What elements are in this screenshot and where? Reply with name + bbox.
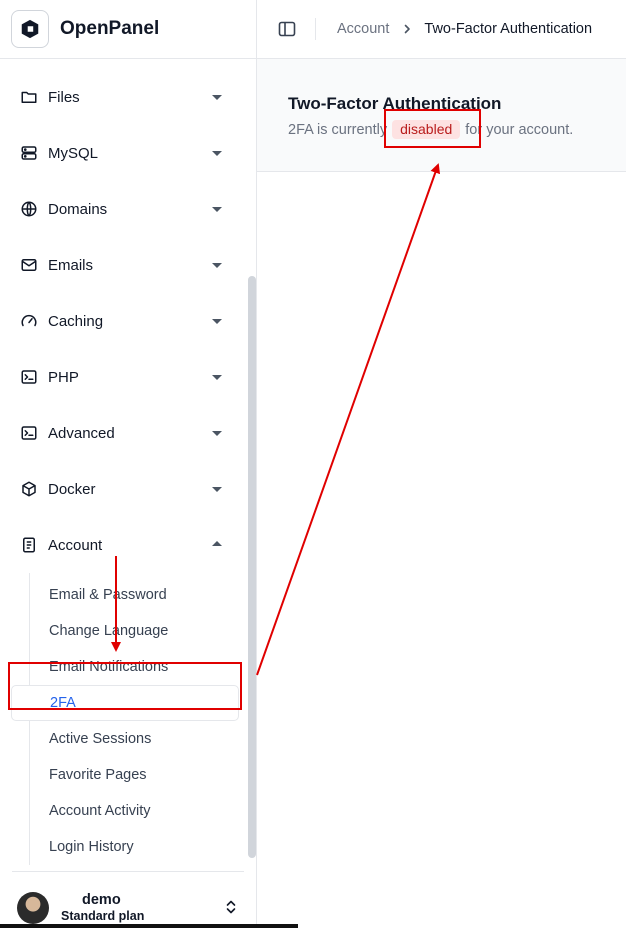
sidebar-item-label: Docker	[48, 480, 96, 498]
globe-icon	[20, 200, 38, 218]
sidebar-item-label: PHP	[48, 368, 79, 386]
submenu-item-favorite-pages[interactable]: Favorite Pages	[30, 757, 243, 793]
twofa-panel: Two-Factor Authentication 2FA is current…	[257, 59, 626, 172]
submenu-item-login-history[interactable]: Login History	[30, 829, 243, 865]
sidebar-item-domains[interactable]: Domains	[0, 181, 243, 237]
account-submenu: Email & Password Change Language Email N…	[11, 573, 243, 865]
sidebar-item-label: Files	[48, 88, 80, 106]
sidebar-item-advanced[interactable]: Advanced	[0, 405, 243, 461]
document-icon	[20, 536, 38, 554]
breadcrumb-account[interactable]: Account	[337, 21, 389, 37]
chevron-up-down-icon	[226, 900, 236, 914]
header-divider	[315, 18, 316, 40]
bottom-edge-strip	[0, 924, 298, 928]
user-name: demo	[82, 892, 121, 908]
folder-icon	[20, 88, 38, 106]
arrow-to-status	[256, 163, 441, 676]
sidebar-item-caching[interactable]: Caching	[0, 293, 243, 349]
header: Account Two-Factor Authentication	[257, 0, 626, 59]
chevron-down-icon	[212, 95, 222, 100]
submenu-item-email-password[interactable]: Email & Password	[30, 577, 243, 613]
submenu-item-change-language[interactable]: Change Language	[30, 613, 243, 649]
sidebar-item-label: Caching	[48, 312, 104, 330]
sidebar: OpenPanel Files MySQL Domains Emails Cac…	[0, 0, 257, 928]
sidebar-item-account[interactable]: Account	[0, 517, 243, 573]
sidebar-item-label: Emails	[48, 256, 94, 274]
gauge-icon	[20, 312, 38, 330]
status-badge: disabled	[392, 120, 461, 139]
submenu-item-email-notifications[interactable]: Email Notifications	[30, 649, 243, 685]
sidebar-item-emails[interactable]: Emails	[0, 237, 243, 293]
sidebar-item-label: Domains	[48, 200, 108, 218]
submenu-item-active-sessions[interactable]: Active Sessions	[30, 721, 243, 757]
terminal-icon	[20, 424, 38, 442]
avatar	[17, 892, 49, 924]
user-menu[interactable]: demo Standard plan	[12, 871, 244, 928]
status-text-before: 2FA is currently	[288, 121, 388, 138]
status-text-after: for your account.	[465, 121, 574, 138]
chevron-down-icon	[212, 431, 222, 436]
breadcrumb-current: Two-Factor Authentication	[424, 21, 593, 37]
twofa-status-text: 2FA is currently disabled for your accou…	[288, 120, 573, 139]
sidebar-item-label: Account	[48, 536, 103, 554]
submenu-item-2fa[interactable]: 2FA	[11, 685, 239, 721]
chevron-down-icon	[212, 375, 222, 380]
user-plan: Standard plan	[61, 909, 145, 923]
sidebar-nav: Files MySQL Domains Emails Caching PHP A…	[0, 69, 243, 865]
chevron-right-icon	[405, 24, 411, 34]
page-title: Two-Factor Authentication	[288, 94, 502, 113]
chevron-down-icon	[212, 263, 222, 268]
package-icon	[20, 480, 38, 498]
sidebar-item-php[interactable]: PHP	[0, 349, 243, 405]
chevron-down-icon	[212, 319, 222, 324]
database-icon	[20, 144, 38, 162]
sidebar-item-label: MySQL	[48, 144, 99, 162]
brand[interactable]: OpenPanel	[0, 0, 256, 59]
sidebar-item-files[interactable]: Files	[0, 69, 243, 125]
chevron-up-icon	[212, 541, 222, 546]
sidebar-toggle-icon[interactable]	[278, 20, 296, 38]
sidebar-item-mysql[interactable]: MySQL	[0, 125, 243, 181]
app-name: OpenPanel	[60, 18, 160, 39]
chevron-down-icon	[212, 487, 222, 492]
sidebar-scrollbar[interactable]	[248, 276, 256, 858]
submenu-item-account-activity[interactable]: Account Activity	[30, 793, 243, 829]
sidebar-item-docker[interactable]: Docker	[0, 461, 243, 517]
chevron-down-icon	[212, 151, 222, 156]
openpanel-logo-icon	[11, 10, 49, 48]
terminal-icon	[20, 368, 38, 386]
sidebar-item-label: Advanced	[48, 424, 115, 442]
chevron-down-icon	[212, 207, 222, 212]
mail-icon	[20, 256, 38, 274]
